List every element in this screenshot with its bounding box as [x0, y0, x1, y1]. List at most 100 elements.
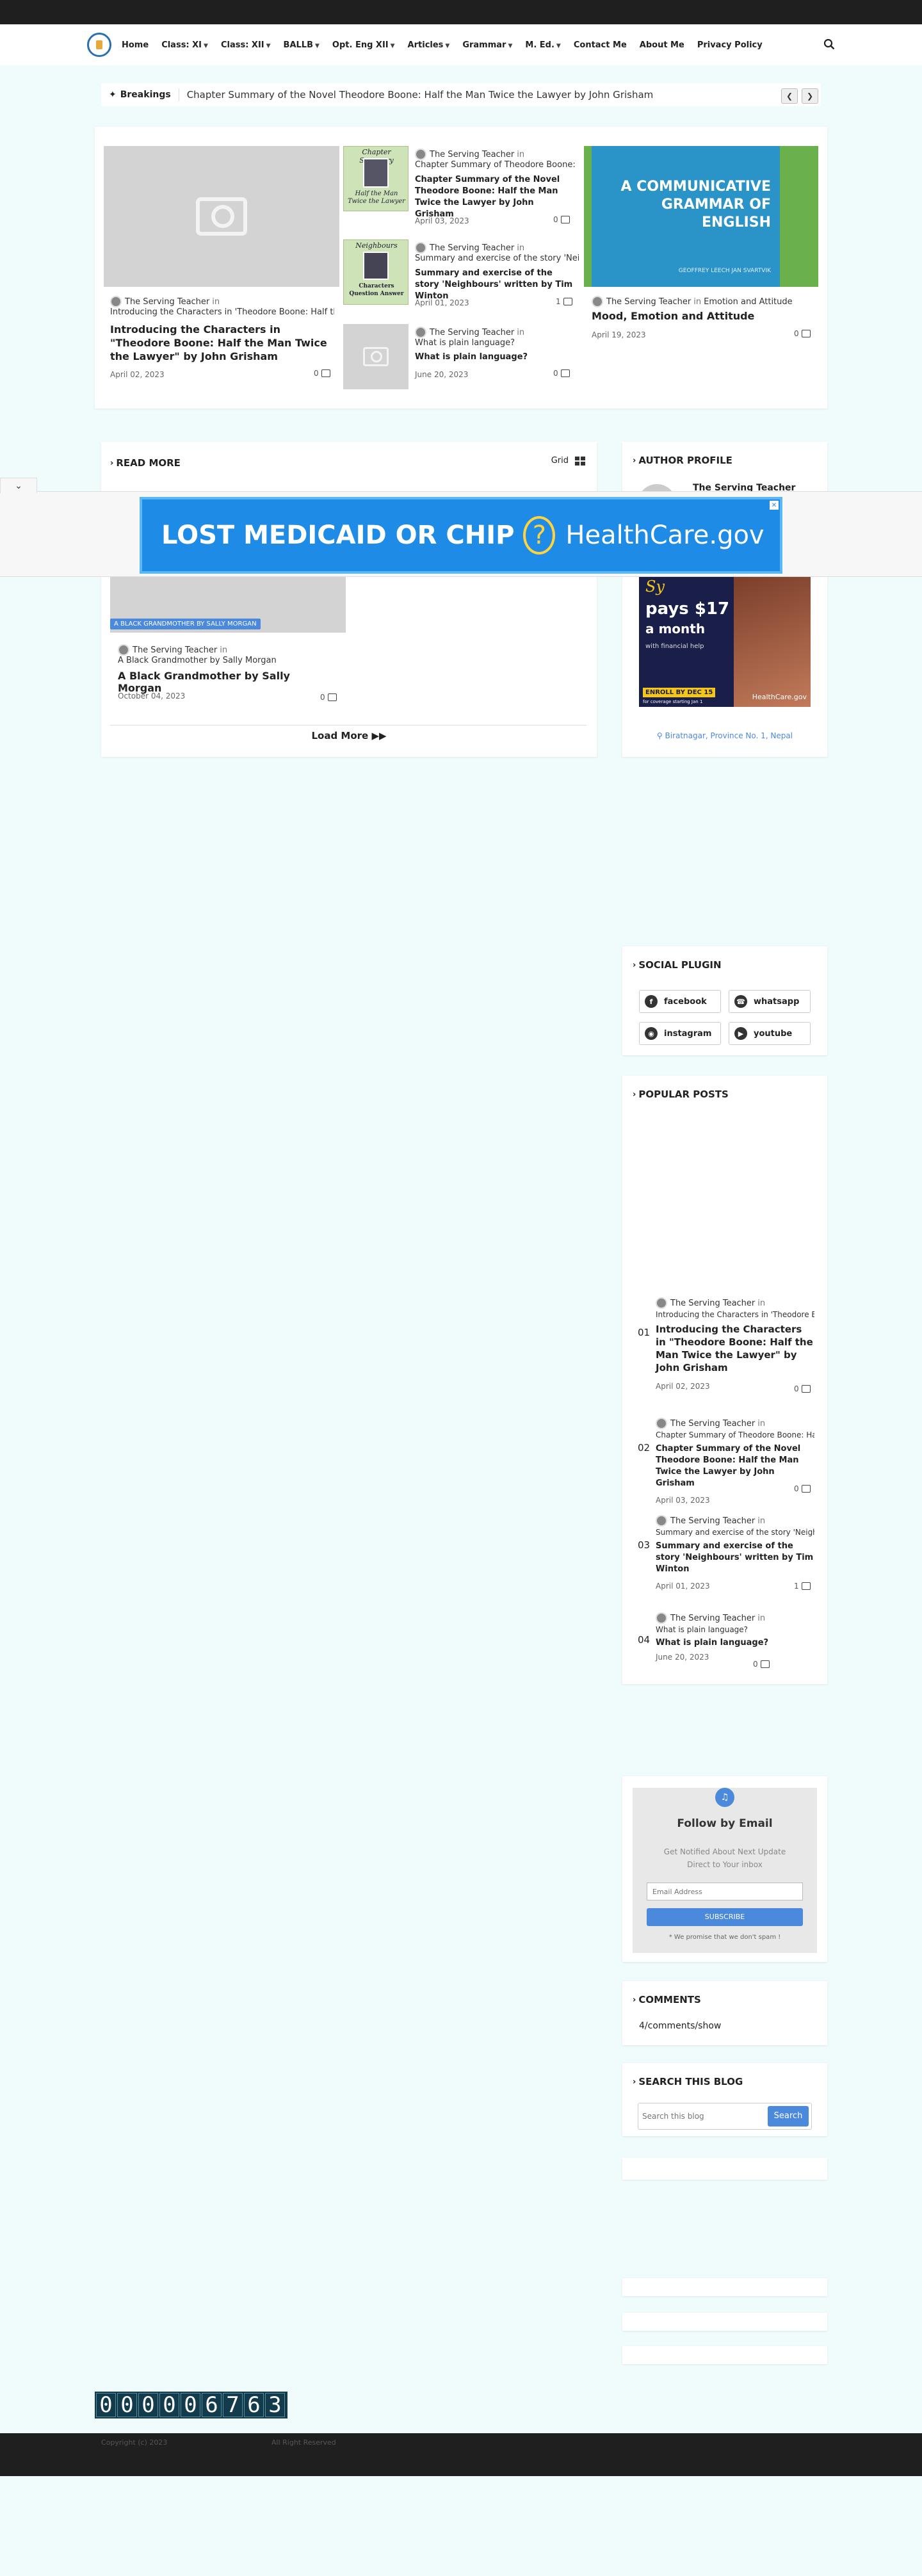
post-label[interactable]: Chapter Summary of Theodore Boone: Half …	[656, 1430, 814, 1439]
comment-count[interactable]: 1	[556, 297, 572, 306]
comment-count[interactable]: 0	[553, 215, 570, 224]
post-title[interactable]: Introducing the Characters in "Theodore …	[656, 1323, 814, 1374]
social-label: youtube	[754, 1028, 793, 1039]
comment-number: 0	[553, 215, 558, 224]
label-badge[interactable]: A BLACK GRANDMOTHER BY SALLY MORGAN	[110, 619, 261, 629]
thumb-neighbours[interactable]: Neighbours Characters Question Answer	[343, 239, 408, 305]
thumb-placeholder[interactable]	[343, 324, 408, 389]
post-date: April 02, 2023	[110, 370, 165, 379]
nav-home[interactable]: Home	[122, 40, 149, 50]
comment-count[interactable]: 0	[753, 1660, 770, 1669]
post-meta: The Serving Teacher in	[656, 1515, 814, 1527]
post-title[interactable]: What is plain language?	[415, 352, 575, 362]
ad-close-icon[interactable]: ✕	[770, 501, 779, 510]
popular-item[interactable]: 04 The Serving Teacher in What is plain l…	[638, 1612, 814, 1670]
camera-icon	[363, 347, 389, 366]
nav-med[interactable]: M. Ed. ▼	[525, 40, 560, 50]
nav-privacy[interactable]: Privacy Policy	[697, 40, 763, 50]
comment-count[interactable]: 0	[794, 1384, 811, 1393]
ticker-prev-button[interactable]: ❮	[781, 88, 798, 104]
nav-contact[interactable]: Contact Me	[574, 40, 627, 50]
post-label[interactable]: Emotion and Attitude	[704, 297, 793, 307]
instagram-button[interactable]: ◉ instagram	[639, 1022, 721, 1045]
nav-class-xi[interactable]: Class: XI ▼	[161, 40, 208, 50]
post-label[interactable]: Chapter Summary of Theodore Boone: Half …	[415, 160, 579, 170]
comment-count[interactable]: 1	[794, 1582, 811, 1591]
post-title[interactable]: What is plain language?	[656, 1638, 814, 1648]
search-icon[interactable]	[823, 38, 835, 50]
youtube-button[interactable]: ▶ youtube	[729, 1022, 811, 1045]
author-name[interactable]: The Serving Teacher	[670, 1299, 755, 1308]
post-label[interactable]: What is plain language?	[415, 338, 575, 348]
author-name[interactable]: The Serving Teacher	[430, 243, 514, 253]
post-title[interactable]: Chapter Summary of the Novel Theodore Bo…	[415, 174, 575, 220]
popular-item[interactable]: 02 The Serving Teacher in Chapter Summary…	[638, 1418, 814, 1505]
read-more-section: › READ MORE Grid A BLACK GRANDMOTHER BY S…	[101, 442, 597, 757]
author-name[interactable]: The Serving Teacher	[125, 297, 209, 307]
post-title[interactable]: Mood, Emotion and Attitude	[592, 310, 809, 322]
comment-count[interactable]: 0	[794, 329, 811, 338]
post-title[interactable]: Introducing the Characters in "Theodore …	[110, 323, 328, 363]
comment-count[interactable]: 0	[553, 369, 570, 378]
whatsapp-button[interactable]: ☎ whatsapp	[729, 990, 811, 1013]
grid-toggle[interactable]: Grid	[551, 456, 585, 466]
chevron-down-icon: ▼	[445, 42, 450, 49]
post-label[interactable]: What is plain language?	[656, 1625, 814, 1634]
popular-item[interactable]: 03 The Serving Teacher in Summary and exe…	[638, 1515, 814, 1598]
nav-opt-eng-xii[interactable]: Opt. Eng XII ▼	[332, 40, 395, 50]
nav-class-xii[interactable]: Class: XII ▼	[221, 40, 271, 50]
subscribe-button[interactable]: SUBSCRIBE	[647, 1908, 803, 1926]
ad-brand: HealthCare.gov	[565, 521, 764, 550]
ticker-next-button[interactable]: ❯	[802, 88, 818, 104]
post-title[interactable]: A Black Grandmother by Sally Morgan	[118, 670, 336, 694]
counter-digit: 6	[202, 2392, 222, 2418]
nav-about[interactable]: About Me	[640, 40, 684, 50]
email-field[interactable]	[647, 1883, 803, 1900]
author-location[interactable]: ⚲ Biratnagar, Province No. 1, Nepal	[622, 731, 827, 740]
post-title[interactable]: Chapter Summary of the Novel Theodore Bo…	[656, 1443, 814, 1489]
nav-articles[interactable]: Articles ▼	[408, 40, 450, 50]
author-name[interactable]: The Serving Teacher	[670, 1419, 755, 1429]
in-label: in	[517, 327, 525, 337]
banner-ad[interactable]: LOST MEDICAID OR CHIP ? HealthCare.gov ✕	[140, 497, 782, 574]
comment-number: 0	[314, 369, 319, 378]
thumb-chapter-summary[interactable]: Chapter Summary Half the Man Twice the L…	[343, 146, 408, 211]
post-title[interactable]: Summary and exercise of the story 'Neigh…	[656, 1541, 814, 1575]
comment-icon	[560, 369, 570, 377]
nav-grammar[interactable]: Grammar ▼	[462, 40, 512, 50]
load-more-button[interactable]: Load More ▶▶	[101, 730, 597, 741]
comment-count[interactable]: 0	[794, 1484, 811, 1493]
search-input[interactable]	[642, 2107, 764, 2125]
collapse-ad-button[interactable]: ⌄	[0, 478, 37, 493]
featured-section: The Serving Teacher in Introducing the Ch…	[95, 127, 827, 409]
author-name[interactable]: The Serving Teacher	[606, 297, 691, 307]
chevron-right-icon: ›	[633, 960, 636, 970]
side-ad[interactable]: Sy pays $17 a month with financial help …	[639, 575, 811, 707]
nav-ballb[interactable]: BALLB ▼	[284, 40, 319, 50]
post-label[interactable]: A Black Grandmother by Sally Morgan	[118, 656, 336, 665]
author-name[interactable]: The Serving Teacher	[670, 1614, 755, 1623]
comment-count[interactable]: 0	[320, 693, 337, 702]
author-name[interactable]: The Serving Teacher	[133, 645, 217, 655]
popular-item[interactable]: 01 The Serving Teacher in Introducing the…	[638, 1297, 814, 1400]
comment-count[interactable]: 0	[314, 369, 330, 378]
post-label[interactable]: Summary and exercise of the story 'Neigh…	[415, 254, 579, 263]
post-title[interactable]: Summary and exercise of the story 'Neigh…	[415, 268, 579, 302]
chevron-right-icon: ❯	[806, 92, 814, 101]
search-button[interactable]: Search	[768, 2106, 809, 2126]
popular-item-body: The Serving Teacher in Summary and exerci…	[656, 1515, 814, 1591]
rights-text: All Right Reserved	[271, 2438, 336, 2447]
breaking-headline[interactable]: Chapter Summary of the Novel Theodore Bo…	[187, 89, 654, 101]
bolt-icon: ✦	[109, 90, 117, 100]
featured-main-image[interactable]	[104, 146, 339, 287]
facebook-button[interactable]: f facebook	[639, 990, 721, 1013]
site-logo[interactable]	[87, 33, 111, 57]
post-label[interactable]: Summary and exercise of the story 'Neigh…	[656, 1528, 814, 1537]
post-label[interactable]: Introducing the Characters in 'Theodore …	[656, 1310, 814, 1319]
post-label[interactable]: Introducing the Characters in 'Theodore …	[110, 307, 334, 317]
author-name[interactable]: The Serving Teacher	[430, 150, 514, 159]
author-name[interactable]: The Serving Teacher	[430, 328, 514, 337]
featured-right-image[interactable]: A COMMUNICATIVE GRAMMAR OF ENGLISH GEOFF…	[584, 146, 818, 287]
author-name[interactable]: The Serving Teacher	[670, 1516, 755, 1526]
post-date: April 19, 2023	[592, 330, 646, 339]
